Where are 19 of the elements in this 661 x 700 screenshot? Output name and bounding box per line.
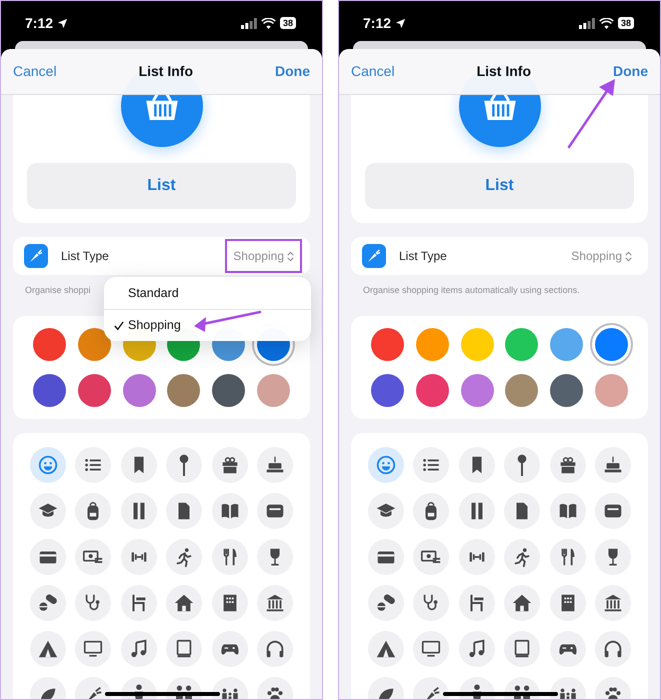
done-button[interactable]: Done: [613, 61, 648, 82]
list-type-picker[interactable]: Shopping: [563, 239, 640, 273]
list-type-picker[interactable]: Shopping: [225, 239, 302, 273]
battery-level: 38: [618, 17, 634, 29]
status-time: 7:12: [25, 14, 54, 32]
cancel-button[interactable]: Cancel: [13, 61, 57, 82]
sheet-title: List Info: [138, 62, 194, 81]
list-type-label: List Type: [399, 248, 447, 265]
sheet-title: List Info: [476, 62, 532, 81]
battery-level: 38: [280, 17, 296, 29]
type-description: Organise shoppi: [25, 285, 91, 295]
type-description: Organise shopping items automatically using sections.: [363, 285, 580, 295]
done-button[interactable]: Done: [275, 61, 310, 82]
list-type-label: List Type: [61, 248, 109, 265]
list-name-field[interactable]: List: [365, 163, 634, 209]
list-name-field[interactable]: List: [27, 163, 296, 209]
status-time: 7:12: [363, 14, 392, 32]
cancel-button[interactable]: Cancel: [351, 61, 395, 82]
menu-item[interactable]: Standard: [104, 277, 311, 309]
